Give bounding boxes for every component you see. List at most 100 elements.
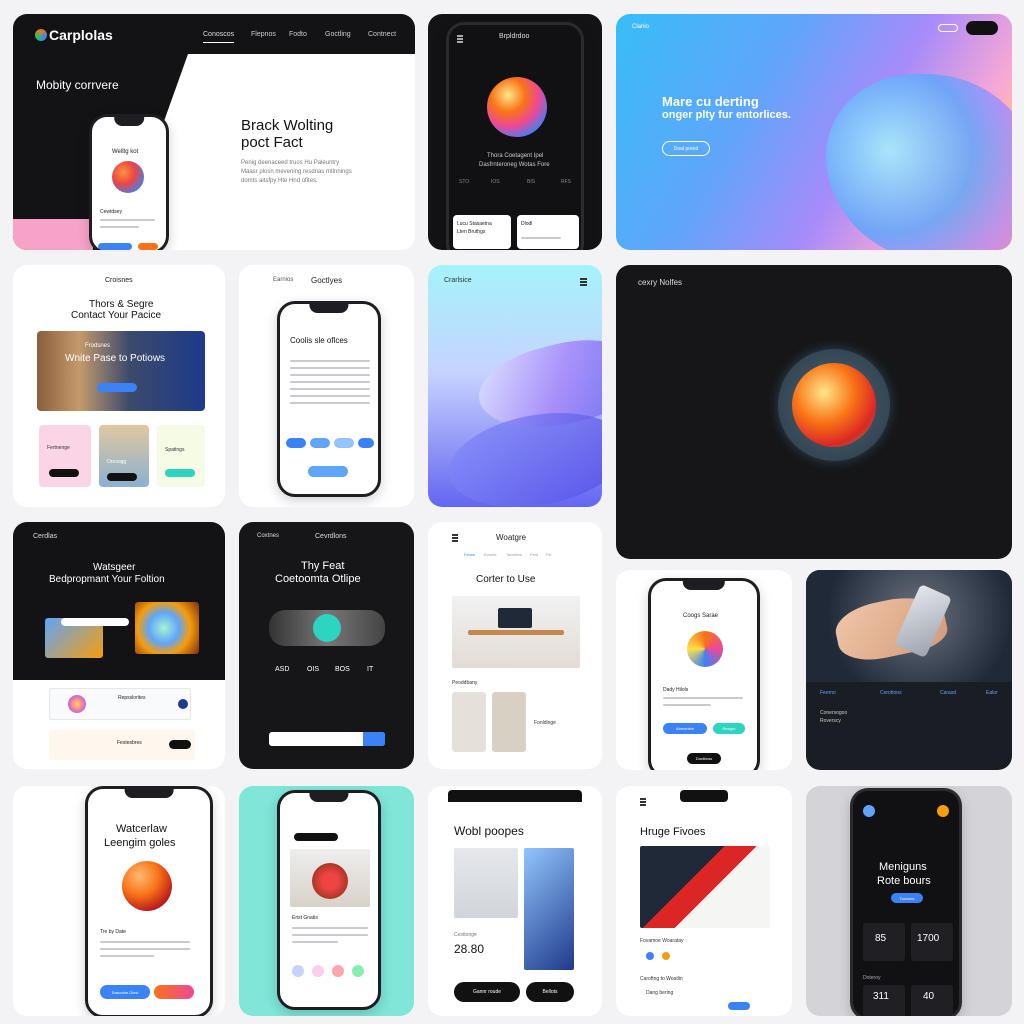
stat-card: 40: [911, 985, 953, 1016]
app-icon[interactable]: [352, 965, 364, 977]
secondary-button[interactable]: Bellots: [526, 982, 574, 1002]
page-title: Hruge Fivoes: [640, 826, 706, 838]
feature-card-label: Spatings: [165, 447, 185, 453]
card-mint-phone: Erist Gnatis: [239, 786, 414, 1016]
card-dark-phone: Brpldrdoo Thora Coetagent Ipel Dasfrnter…: [428, 14, 602, 250]
menu-icon[interactable]: [580, 278, 587, 286]
feature-card[interactable]: Oresogg: [99, 425, 149, 487]
nav-item[interactable]: Goctling: [325, 31, 351, 38]
phone-mockup: Coogs Sarae Dady Hilols Abeutntce Resgro…: [648, 578, 760, 770]
secondary-button[interactable]: [154, 985, 194, 999]
feature-card-label: Fertnenge: [47, 445, 70, 451]
tab[interactable]: Flir: [546, 552, 552, 557]
hero-cta-button[interactable]: Dnal preod: [662, 141, 710, 156]
phone-mockup: Erist Gnatis: [277, 790, 381, 1010]
hero-heading: Brack Wolting: [241, 117, 334, 134]
chip[interactable]: [310, 438, 330, 448]
phone-title: Watcerlaw: [116, 823, 167, 835]
info-card[interactable]: Dlodl: [517, 215, 579, 249]
gradient-orb: [122, 861, 172, 911]
tab[interactable]: Fent: [530, 552, 538, 557]
brand-name: Woatgre: [496, 533, 527, 542]
brand-name: Carplolas: [49, 27, 113, 43]
product-thumb[interactable]: [452, 692, 486, 752]
product-thumb[interactable]: [492, 692, 526, 752]
product-caption: Erist Gnatis: [292, 915, 318, 921]
cta-button[interactable]: [966, 21, 998, 35]
stat-label: Cesttonge: [454, 932, 477, 938]
page-title-2: Coetoomta Otlipe: [275, 573, 361, 585]
menu-icon[interactable]: [452, 534, 458, 542]
chip[interactable]: [286, 438, 306, 448]
hero-body: Penig deenaceed truos Hu Paleuntry: [241, 160, 340, 166]
chip[interactable]: [358, 438, 374, 448]
stat: IOS: [491, 179, 500, 185]
arrow-icon[interactable]: [178, 699, 188, 709]
stat: STO: [459, 179, 470, 185]
phone-secondary-button[interactable]: [138, 243, 158, 250]
primary-button[interactable]: Sascoloe Dlost: [100, 985, 150, 999]
app-icon[interactable]: [312, 965, 324, 977]
icon[interactable]: [662, 952, 670, 960]
icon[interactable]: [646, 952, 654, 960]
list-row-label: Festesbres: [117, 740, 142, 746]
nav-pill[interactable]: [938, 24, 958, 32]
card-orb-phone: Coogs Sarae Dady Hilols Abeutntce Resgro…: [616, 570, 792, 770]
list-row[interactable]: Festesbres: [49, 730, 195, 760]
info-card[interactable]: Lucu Stasaetna Lten Bruthgs: [453, 215, 511, 249]
tab[interactable]: Taoclees: [506, 552, 522, 557]
secondary-button[interactable]: Resgro: [713, 723, 745, 734]
phone-title: Coogs Sarae: [683, 613, 719, 619]
play-button[interactable]: [313, 614, 341, 642]
search-input[interactable]: [294, 833, 338, 841]
phone-title: Welltg kot: [112, 149, 139, 155]
building-image: [524, 848, 574, 970]
banner-title: Wnite Pase to Potiows: [65, 353, 166, 364]
stat-value: 28.80: [454, 942, 485, 956]
menu-icon[interactable]: [640, 798, 646, 806]
nav-item[interactable]: Contnect: [368, 31, 396, 38]
app-icon[interactable]: [292, 965, 304, 977]
page-title: Thy Feat: [301, 560, 345, 572]
banner-button[interactable]: [97, 383, 137, 392]
brand-name-2: Cevrdlons: [315, 533, 347, 540]
hero-heading: Mare cu derting: [662, 94, 759, 109]
column-header: Carasd: [940, 690, 957, 696]
search-button[interactable]: [363, 732, 385, 746]
column-header: Feerno: [820, 690, 836, 696]
brand-name: Brpldrdoo: [499, 33, 530, 40]
app-icon[interactable]: [332, 965, 344, 977]
feature-card[interactable]: Spatings: [157, 425, 205, 487]
brand-name: cexry Nolfes: [638, 278, 683, 287]
submit-button[interactable]: [308, 466, 348, 477]
card-dashboard-dark: Cerdlas Watsgeer Bedpropmant Your Foltio…: [13, 522, 225, 769]
nav-item[interactable]: Flepnos: [251, 31, 276, 38]
nav-item[interactable]: Conoscos: [203, 31, 235, 43]
wave-shape: [826, 74, 1012, 250]
stat-card: 1700: [911, 923, 953, 961]
brand-name: Croisnes: [105, 277, 133, 284]
hero-banner: Frodsnes Wnite Pase to Potiows: [37, 331, 205, 411]
tab[interactable]: Eonnts: [484, 552, 496, 557]
primary-button[interactable]: Gannr roude: [454, 982, 520, 1002]
card-wave: Crarlsice: [428, 265, 602, 507]
brand-name: Cerdlas: [33, 533, 58, 540]
feature-card[interactable]: Fertnenge: [39, 425, 91, 487]
nav-item[interactable]: Fodto: [289, 31, 307, 38]
menu-icon[interactable]: [457, 35, 463, 43]
phone-cta-button[interactable]: [98, 243, 132, 250]
primary-button[interactable]: Abeutntce: [663, 723, 707, 734]
phone-mockup: Coolis sle oflces: [277, 301, 381, 497]
section-label: Doteroy: [863, 975, 881, 981]
avatar[interactable]: [863, 805, 875, 817]
primary-button[interactable]: Toccons: [891, 893, 923, 903]
tab[interactable]: Fedcs: [464, 552, 475, 557]
list-row[interactable]: Repsslorites: [49, 688, 191, 720]
logo-icon: [35, 29, 47, 41]
section-label: Caroftng to Woatlin: [640, 976, 683, 982]
tertiary-button[interactable]: Doctlows: [687, 753, 721, 764]
toggle[interactable]: [728, 1002, 750, 1010]
search-input[interactable]: [61, 618, 129, 626]
chip[interactable]: [334, 438, 354, 448]
avatar[interactable]: [937, 805, 949, 817]
